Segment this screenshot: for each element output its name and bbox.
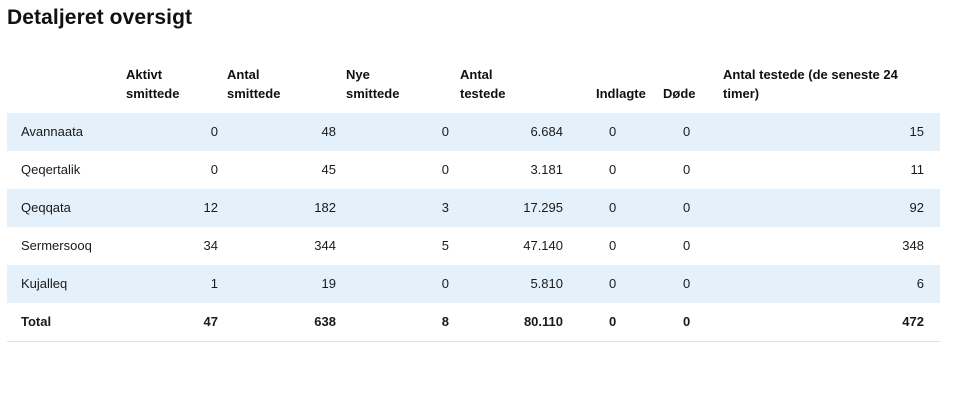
header-aktivt: Aktivt smittede <box>121 60 222 113</box>
cell-indlagte: 0 <box>569 189 657 227</box>
cell-aktivt: 0 <box>210 162 218 177</box>
cell-indlagte: 0 <box>569 265 657 303</box>
cell-indlagte: 0 <box>609 238 617 253</box>
cell-antal-testede: 6.684 <box>456 113 569 151</box>
cell-testede-24: 92 <box>713 189 940 227</box>
cell-region: Kujalleq <box>7 265 121 303</box>
cell-testede-24: 348 <box>902 238 924 253</box>
cell-antal-smittede: 19 <box>222 265 342 303</box>
table-row: Kujalleq 1 19 0 5.810 0 0 6 <box>7 265 940 303</box>
header-testede-24-label: Antal testede (de seneste 24 timer) <box>723 67 898 101</box>
table-row: Qeqertalik 0 45 0 3.181 0 0 11 <box>7 151 940 189</box>
cell-antal-testede: 47.140 <box>523 238 563 253</box>
header-region <box>7 60 121 113</box>
total-row: Total 47 638 8 80.110 0 0 472 <box>7 303 940 342</box>
cell-nye: 5 <box>441 238 449 253</box>
header-doede-label: Døde <box>663 86 696 101</box>
cell-indlagte: 0 <box>609 162 617 177</box>
cell-region: Avannaata <box>7 113 121 151</box>
header-antal-smittede: Antal smittede <box>222 60 342 113</box>
header-antal-testede-label: Antal testede <box>460 67 506 101</box>
cell-doede: 0 <box>683 162 691 177</box>
cell-antal-smittede: 45 <box>321 162 336 177</box>
cell-doede: 0 <box>683 238 691 253</box>
page-title: Detaljeret oversigt <box>7 6 193 29</box>
table-header: Aktivt smittede Antal smittede Nye smitt… <box>7 60 940 113</box>
header-nye-label: Nye smittede <box>346 67 400 101</box>
page: Detaljeret oversigt Aktivt smittede Anta… <box>0 0 960 402</box>
header-aktivt-label: Aktivt smittede <box>126 67 180 101</box>
header-testede-24: Antal testede (de seneste 24 timer) <box>713 60 940 113</box>
cell-region: Sermersooq <box>21 238 92 253</box>
cell-aktivt: 0 <box>121 113 222 151</box>
cell-nye-total: 8 <box>342 303 456 342</box>
cell-antal-smittede: 48 <box>222 113 342 151</box>
cell-doede: 0 <box>657 189 713 227</box>
cell-antal-testede: 17.295 <box>456 189 569 227</box>
cell-indlagte-total: 0 <box>569 303 657 342</box>
cell-indlagte: 0 <box>569 113 657 151</box>
cell-testede-24: 15 <box>713 113 940 151</box>
cell-antal-smittede-total: 638 <box>222 303 342 342</box>
cell-testede-24-total: 472 <box>713 303 940 342</box>
cell-nye: 3 <box>342 189 456 227</box>
table-body: Avannaata 0 48 0 6.684 0 0 15 Qeqertalik… <box>7 113 940 342</box>
cell-region: Qeqertalik <box>21 162 81 177</box>
cell-doede: 0 <box>657 113 713 151</box>
cell-doede-total: 0 <box>657 303 713 342</box>
cell-aktivt: 1 <box>121 265 222 303</box>
table-row: Avannaata 0 48 0 6.684 0 0 15 <box>7 113 940 151</box>
cell-antal-testede-total: 80.110 <box>456 303 569 342</box>
header-antal-smittede-label: Antal smittede <box>227 67 281 101</box>
cell-aktivt-total: 47 <box>121 303 222 342</box>
cell-antal-smittede: 182 <box>222 189 342 227</box>
cell-nye: 0 <box>342 113 456 151</box>
cell-aktivt: 12 <box>121 189 222 227</box>
cell-region-total: Total <box>7 303 121 342</box>
overview-table: Aktivt smittede Antal smittede Nye smitt… <box>7 60 940 342</box>
table-row: Sermersooq 34 344 5 47.140 0 0 348 <box>7 227 940 265</box>
cell-antal-smittede: 344 <box>314 238 336 253</box>
cell-nye: 0 <box>342 265 456 303</box>
table-row: Qeqqata 12 182 3 17.295 0 0 92 <box>7 189 940 227</box>
header-doede: Døde <box>657 60 713 113</box>
cell-antal-testede: 3.181 <box>530 162 563 177</box>
cell-aktivt: 34 <box>203 238 218 253</box>
cell-doede: 0 <box>657 265 713 303</box>
cell-antal-testede: 5.810 <box>456 265 569 303</box>
header-nye: Nye smittede <box>342 60 456 113</box>
cell-testede-24: 6 <box>713 265 940 303</box>
cell-region: Qeqqata <box>7 189 121 227</box>
header-row: Aktivt smittede Antal smittede Nye smitt… <box>7 60 940 113</box>
header-indlagte-label: Indlagte <box>596 86 646 101</box>
header-indlagte: Indlagte <box>569 60 657 113</box>
cell-nye: 0 <box>441 162 449 177</box>
header-antal-testede: Antal testede <box>456 60 569 113</box>
cell-testede-24: 11 <box>910 162 925 177</box>
